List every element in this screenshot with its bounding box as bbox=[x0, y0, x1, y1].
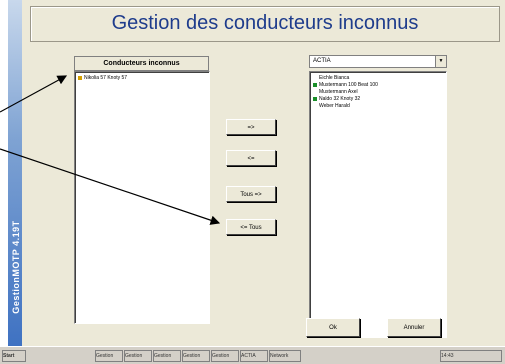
annotation-arrows bbox=[0, 75, 221, 225]
annotation-arrow bbox=[0, 75, 68, 113]
taskbar: Start Gestion Gestion Gestion Gestion Ge… bbox=[0, 346, 505, 364]
taskbar-item[interactable]: Gestion bbox=[182, 350, 210, 362]
taskbar-item[interactable]: Gestion bbox=[153, 350, 181, 362]
taskbar-item[interactable]: Network bbox=[269, 350, 301, 362]
annotation-arrow bbox=[0, 148, 221, 225]
taskbar-item[interactable]: Gestion bbox=[95, 350, 123, 362]
start-button[interactable]: Start bbox=[2, 350, 26, 362]
taskbar-item[interactable]: Gestion bbox=[124, 350, 152, 362]
system-tray: 14:43 bbox=[440, 350, 502, 362]
taskbar-item[interactable]: Gestion bbox=[211, 350, 239, 362]
taskbar-item[interactable]: ACTIA bbox=[240, 350, 268, 362]
